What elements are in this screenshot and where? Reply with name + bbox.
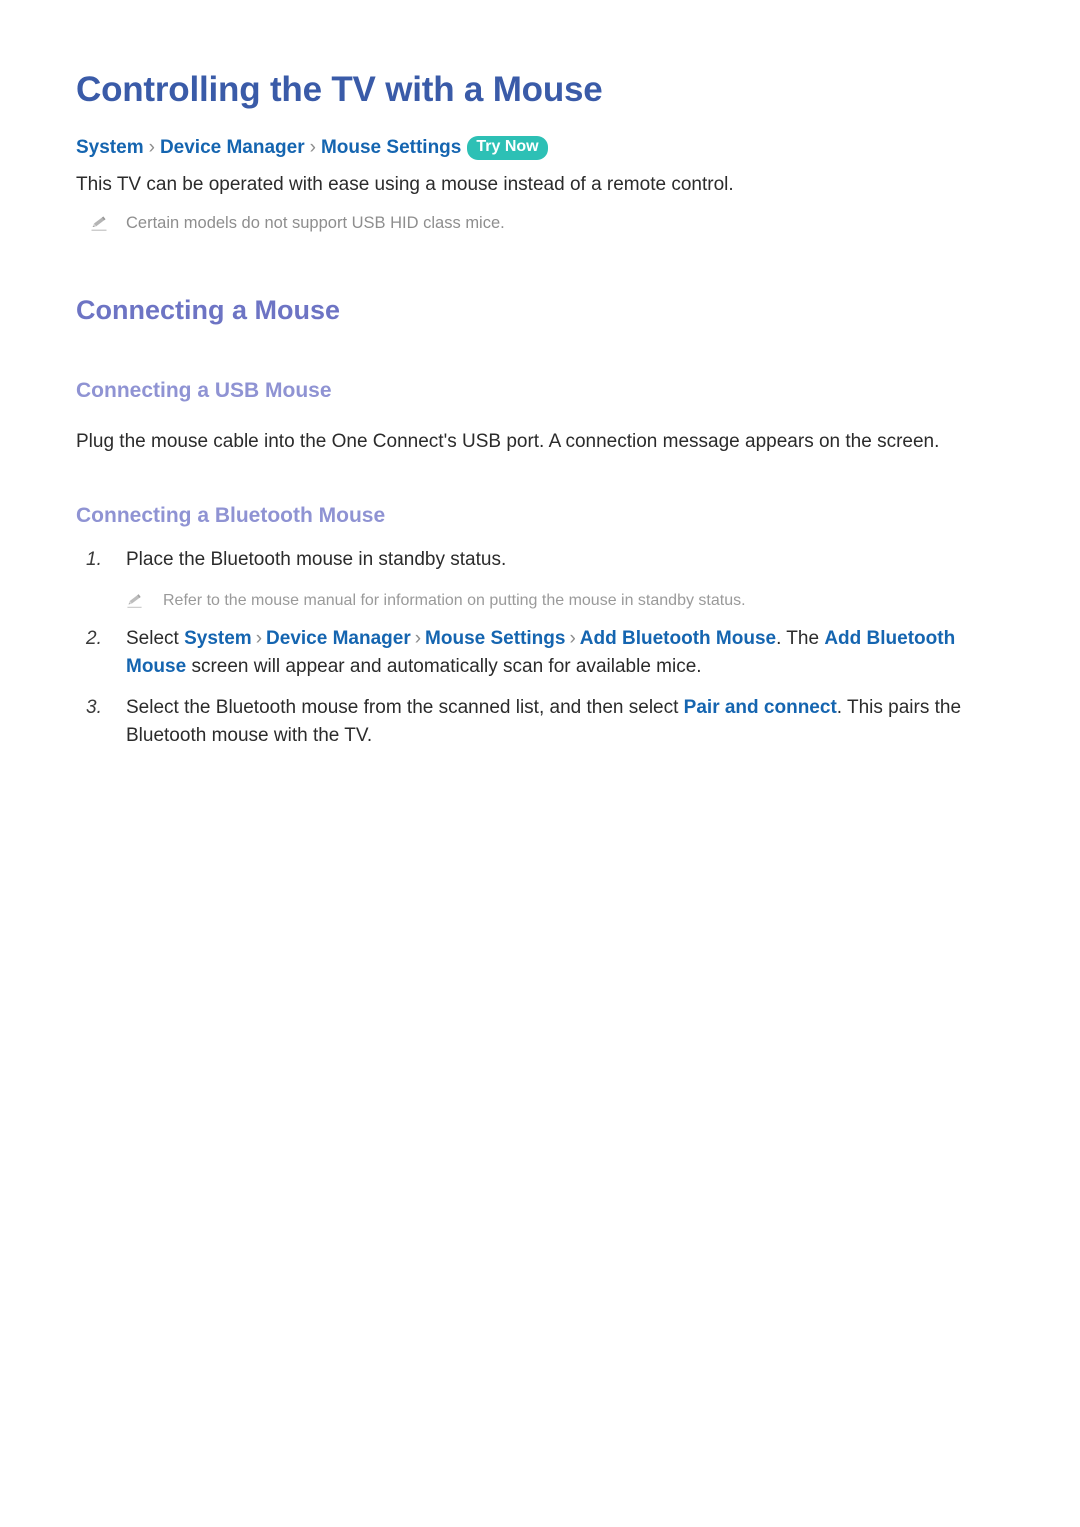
list-item-number: 1. (86, 548, 102, 570)
breadcrumb-separator-icon: › (309, 137, 316, 159)
breadcrumb-item-system[interactable]: System (76, 137, 144, 158)
breadcrumb: System › Device Manager › Mouse Settings Try … (76, 136, 1008, 161)
usb-mouse-paragraph: Plug the mouse cable into the One Connec… (76, 431, 940, 453)
menu-path-separator-icon: › (569, 628, 576, 650)
list-item-number: 2. (86, 628, 102, 650)
list-item-number: 3. (86, 697, 102, 719)
page-title: Controlling the TV with a Mouse (76, 70, 603, 109)
list-item: 1. Place the Bluetooth mouse in standby … (76, 546, 1008, 612)
list-item-text: Select the Bluetooth mouse from the scan… (126, 697, 962, 746)
menu-path-link[interactable]: Pair and connect (684, 697, 837, 718)
subsection-heading-connecting-a-usb-mouse: Connecting a USB Mouse (76, 378, 332, 402)
step-note-text: Refer to the mouse manual for informatio… (163, 591, 746, 609)
list-item: 2. Select System › Device Manager › Mouse Se… (76, 625, 1008, 681)
intro-paragraph: This TV can be operated with ease using … (76, 173, 734, 195)
menu-path-separator-icon: › (255, 628, 263, 650)
bluetooth-steps-list: 1. Place the Bluetooth mouse in standby … (76, 546, 1008, 750)
menu-path-link[interactable]: Device Manager (266, 628, 411, 649)
section-heading-connecting-a-mouse: Connecting a Mouse (76, 294, 341, 325)
breadcrumb-item-device-manager[interactable]: Device Manager (160, 137, 305, 158)
breadcrumb-separator-icon: › (148, 137, 155, 159)
pencil-icon (126, 592, 143, 609)
menu-path-link[interactable]: Mouse Settings (425, 628, 565, 649)
subsection-heading-connecting-a-bluetooth-mouse: Connecting a Bluetooth Mouse (76, 503, 386, 527)
intro-note-text: Certain models do not support USB HID cl… (126, 214, 505, 233)
menu-path-separator-icon: › (414, 628, 422, 650)
list-item-text: Select System › Device Manager › Mouse Setti… (126, 628, 956, 678)
step-note: Refer to the mouse manual for informatio… (126, 590, 1008, 612)
try-now-badge[interactable]: Try Now (467, 136, 548, 161)
pencil-icon (90, 214, 108, 232)
intro-note: Certain models do not support USB HID cl… (76, 212, 1008, 235)
document-page: Controlling the TV with a Mouse System › D… (0, 0, 1080, 1527)
menu-path-link[interactable]: System (184, 628, 252, 649)
list-item-text: Place the Bluetooth mouse in standby sta… (126, 548, 507, 570)
breadcrumb-item-mouse-settings[interactable]: Mouse Settings (321, 137, 461, 158)
list-item: 3. Select the Bluetooth mouse from the s… (76, 694, 1008, 750)
menu-path-link[interactable]: Add Bluetooth Mouse (580, 628, 776, 649)
